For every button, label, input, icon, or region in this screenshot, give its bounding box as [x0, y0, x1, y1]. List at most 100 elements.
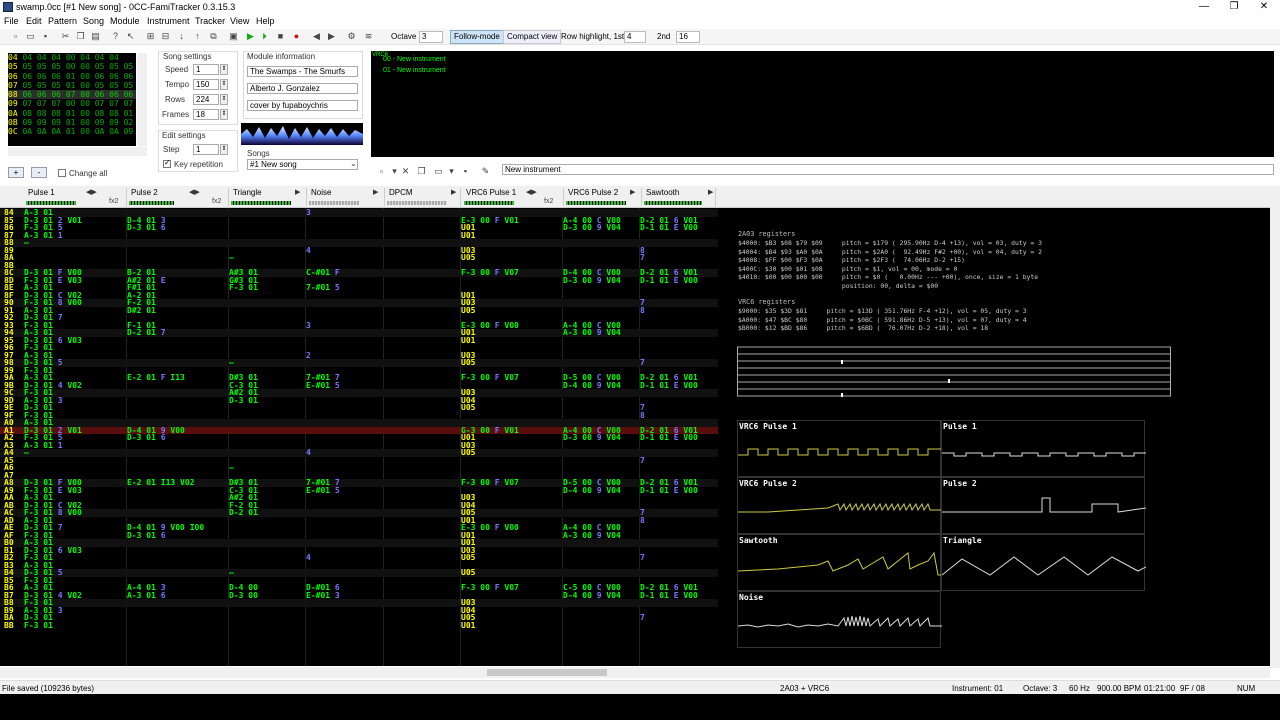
instrument-item-01[interactable]: 01 - New instrument	[383, 67, 446, 74]
frames-spinner[interactable]: ⇕	[220, 109, 228, 120]
pattern-row[interactable]: 9D A-3 01 3 D-3 01 U04	[0, 396, 718, 404]
pattern-row[interactable]: 9E D-3 01 U05 7	[0, 404, 718, 412]
pattern-cell-tr[interactable]: D-3 00	[229, 591, 258, 599]
pattern-row[interactable]: 87 A-3 01 1 U01	[0, 231, 718, 239]
pattern-row[interactable]: 8A — U05 7	[0, 254, 718, 262]
pattern-cell-sw[interactable]: D-1 01 E V00	[640, 591, 698, 599]
pattern-cell-v2[interactable]: D-3 00 9 V04	[563, 434, 621, 442]
pattern-cell-no[interactable]: E-#01 5	[306, 486, 340, 494]
frame-cells[interactable]: 05 05 05 00 00 05 05 05	[22, 62, 133, 71]
pattern-cell-sw[interactable]: 7	[640, 359, 645, 367]
speed-input[interactable]: 1	[193, 64, 219, 75]
pattern-row[interactable]: A2 F-3 01 5 D-3 01 6 U01 D-3 00 9 V04 D-1 01 …	[0, 434, 718, 442]
menu-song[interactable]: Song	[83, 16, 104, 26]
key-repetition-checkbox[interactable]	[163, 158, 171, 168]
minimize-button[interactable]: —	[1190, 1, 1218, 13]
pattern-cell-tr[interactable]: D-2 01	[229, 509, 258, 517]
pattern-cell-sw[interactable]: D-1 01 E V00	[640, 381, 698, 389]
pattern-cell-v1[interactable]: F-3 00 F V07	[461, 374, 519, 382]
pattern-cell-v2[interactable]: A-3 00 9 V04	[563, 531, 621, 539]
new-instrument-icon[interactable]: ▫	[376, 166, 387, 177]
paste-icon[interactable]: ▤	[90, 31, 101, 42]
new-file-icon[interactable]: ▫	[10, 31, 21, 42]
pattern-cell-p2[interactable]: D-3 01 6	[127, 224, 166, 232]
pattern-row[interactable]: AF F-3 01 D-3 01 6 U01 A-3 00 9 V04	[0, 531, 718, 539]
speed-spinner[interactable]: ⇕	[220, 64, 228, 75]
settings-icon[interactable]: ⚙	[346, 31, 357, 42]
frame-cells[interactable]: 06 06 06 01 00 06 06 06	[22, 72, 133, 81]
frame-row[interactable]: 08 06 06 06 07 00 06 06 06	[8, 90, 136, 100]
pattern-row[interactable]: BB F-3 01 U01	[0, 621, 718, 629]
frame-cells[interactable]: 09 09 09 01 00 09 09 02	[22, 118, 133, 127]
frame-row[interactable]: 05 05 05 05 00 00 05 05 05	[8, 62, 136, 71]
pattern-row[interactable]: 9B D-3 01 4 V02 C-3 01 E-#01 5 D-4 00 9 V04 D…	[0, 381, 718, 389]
frame-row[interactable]: 06 06 06 06 01 00 06 06 06	[8, 72, 136, 81]
pattern-row[interactable]: BA D-3 01 U05 7	[0, 614, 718, 622]
pattern-cell-v1[interactable]: U05	[461, 569, 475, 577]
pattern-row[interactable]: A4—4 U05	[0, 449, 718, 457]
add-frame-button[interactable]: +	[8, 167, 24, 178]
pattern-cell-p1[interactable]: —	[24, 449, 29, 457]
instrument-list[interactable]: VRC6 00 - New instrument 01 - New instru…	[371, 51, 1274, 157]
maximize-button[interactable]: ❐	[1220, 1, 1248, 13]
module-artist-field[interactable]: Alberto J. Gonzalez	[247, 83, 358, 94]
channel-header-pulse2[interactable]: Pulse 2 ◀▶ fx2	[129, 188, 229, 206]
octave-select[interactable]: 3	[419, 31, 443, 43]
pattern-row[interactable]: B1 D-3 01 6 V03 U03	[0, 546, 718, 554]
pattern-vscroll[interactable]	[1270, 186, 1280, 668]
frames-input[interactable]: 18	[193, 109, 219, 120]
pattern-cell-v1[interactable]: U05	[461, 554, 475, 562]
pattern-cell-no[interactable]: E-#01 3	[306, 591, 340, 599]
pattern-cell-v1[interactable]: U05	[461, 306, 475, 314]
pattern-row[interactable]: 86 F-3 01 5 D-3 01 6 U01 D-3 00 9 V04 D-1 01 …	[0, 224, 718, 232]
pattern-row[interactable]: B9 A-3 01 3 U04	[0, 606, 718, 614]
pattern-row[interactable]: 97 A-3 01 2 U03	[0, 351, 718, 359]
pattern-cell-v1[interactable]: U05	[461, 254, 475, 262]
menu-view[interactable]: View	[230, 16, 249, 26]
pattern-cell-no[interactable]: E-#01 5	[306, 381, 340, 389]
pattern-row[interactable]: 8E A-3 01 F#1 01 F-3 01 7-#01 5	[0, 284, 718, 292]
save-instrument-icon[interactable]: ▪	[460, 166, 471, 177]
previous-song-icon[interactable]: ◀	[311, 31, 322, 42]
pattern-row[interactable]: 8D F-3 01 E V03 A#2 01 E G#3 01 D-3 00 9 V04…	[0, 276, 718, 284]
rows-spinner[interactable]: ⇕	[220, 94, 228, 105]
pattern-hscroll-thumb[interactable]	[487, 669, 607, 676]
instrument-name-field[interactable]: New instrument	[502, 164, 1274, 175]
pattern-cell-sw[interactable]: 7	[640, 456, 645, 464]
pattern-row[interactable]: A6—	[0, 464, 718, 472]
pattern-cell-no[interactable]: 4	[306, 449, 311, 457]
pattern-row[interactable]: 95 D-3 01 6 V03 U01	[0, 336, 718, 344]
channel-arrows-icon[interactable]: ◀▶	[526, 188, 537, 196]
pattern-row[interactable]: 90 F-3 01 8 V00 F-2 01 U03 7	[0, 299, 718, 307]
pattern-cell-no[interactable]: 7-#01 5	[306, 284, 340, 292]
module-copyright-field[interactable]: cover by fupaboychris	[247, 100, 358, 111]
move-frame-down-icon[interactable]: ↓	[176, 31, 187, 42]
pattern-row[interactable]: 88—	[0, 239, 718, 247]
about-icon[interactable]: ?	[110, 31, 121, 42]
pattern-row[interactable]: B8 F-3 01 U03	[0, 599, 718, 607]
remove-frame-icon[interactable]: ⊟	[160, 31, 171, 42]
duplicate-frame-icon[interactable]: ⧉	[208, 31, 219, 42]
instrument-item-00[interactable]: 00 - New instrument	[383, 56, 446, 63]
pattern-cell-tr[interactable]: —	[229, 254, 234, 262]
frame-row[interactable]: 0A 08 08 08 01 00 08 08 01	[8, 109, 136, 118]
pattern-cell-v1[interactable]: U05	[461, 359, 475, 367]
frame-cells[interactable]: 04 04 04 00 04 04 04	[22, 53, 118, 62]
pattern-cell-sw[interactable]: 8	[640, 411, 645, 419]
channel-arrows-icon[interactable]: ◀▶	[86, 188, 97, 196]
save-file-icon[interactable]: ▪	[40, 31, 51, 42]
frame-cells[interactable]: 05 05 05 01 00 05 05 05	[22, 81, 133, 90]
pattern-cell-v2[interactable]: D-3 00 9 V04	[563, 276, 621, 284]
pattern-cell-v1[interactable]: F-3 00 F V07	[461, 584, 519, 592]
pattern-cell-v2[interactable]: D-4 00 9 V04	[563, 381, 621, 389]
module-properties-icon[interactable]: ▣	[228, 31, 239, 42]
pattern-row[interactable]: B4 D-3 01 5— U05	[0, 569, 718, 577]
frame-list-hscroll[interactable]	[8, 147, 147, 156]
menu-pattern[interactable]: Pattern	[48, 16, 77, 26]
pattern-cell-sw[interactable]: D-1 01 E V00	[640, 276, 698, 284]
module-name-field[interactable]: The Swamps - The Smurfs	[247, 66, 358, 77]
menu-file[interactable]: File	[4, 16, 19, 26]
pattern-row[interactable]: A9 F-3 01 E V03 C-3 01 E-#01 5 D-4 00 9 V04 D…	[0, 486, 718, 494]
pattern-cell-sw[interactable]: 7	[640, 254, 645, 262]
compact-view-button[interactable]: Compact view	[503, 30, 562, 44]
